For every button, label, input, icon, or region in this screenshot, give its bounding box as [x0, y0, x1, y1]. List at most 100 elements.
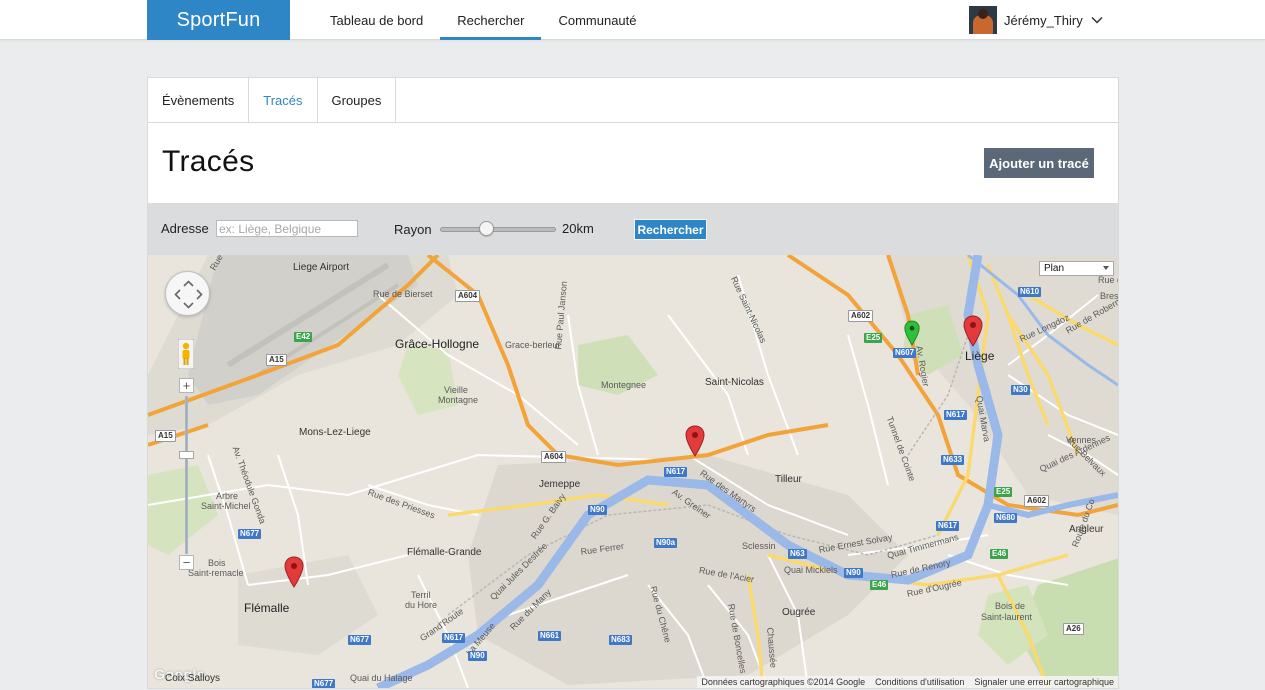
pin-trace-flemalle[interactable] [284, 556, 304, 588]
map-label-vieille: Vieille [444, 385, 468, 395]
shield-n633: N633 [941, 455, 965, 465]
user-menu[interactable]: Jérémy_Thiry [969, 6, 1103, 34]
shield-n90-1: N90 [588, 505, 607, 515]
attribution-terms-link[interactable]: Conditions d'utilisation [875, 677, 964, 687]
map-label-liege-airport: Liege Airport [293, 262, 350, 273]
tab-groupes[interactable]: Groupes [318, 78, 397, 123]
shield-n617-4: N617 [442, 633, 466, 643]
shield-e25-2: E25 [994, 487, 1013, 497]
top-navbar: SportFun Tableau de bord Rechercher Comm… [0, 0, 1265, 40]
nav-item-communaute[interactable]: Communauté [541, 0, 653, 40]
shield-a604-2: A604 [541, 451, 567, 463]
user-name: Jérémy_Thiry [1004, 12, 1083, 28]
page-title: Tracés [162, 145, 255, 178]
shield-n607: N607 [893, 348, 917, 358]
shield-a602-1: A602 [848, 310, 874, 322]
tab-bar: Évènements Tracés Groupes [148, 78, 1118, 123]
pin-trace-liege[interactable] [963, 315, 983, 347]
map-view[interactable]: Liege Airport Grâce-Hollogne Grace-berle… [148, 255, 1118, 688]
radius-slider-handle[interactable] [478, 221, 494, 236]
shield-e25-1: E25 [864, 333, 883, 343]
shield-e42: E42 [294, 332, 313, 342]
map-label-bres: Bres [1100, 291, 1118, 301]
shield-n677-1: N677 [238, 529, 262, 539]
map-label-grace-hollogne: Grâce-Hollogne [395, 337, 480, 351]
shield-n677-2: N677 [348, 635, 372, 645]
shield-a26: A26 [1063, 623, 1084, 635]
nav-item-tableau-de-bord[interactable]: Tableau de bord [313, 0, 440, 40]
brand-logo[interactable]: SportFun [147, 0, 290, 40]
map-label-saint-michel: Saint-Michel [201, 501, 251, 511]
avatar [969, 6, 997, 34]
zoom-slider-track[interactable] [185, 396, 188, 554]
pin-trace-liege-green[interactable] [904, 319, 920, 347]
nav-item-rechercher[interactable]: Rechercher [440, 0, 542, 40]
shield-e46-1: E46 [870, 580, 889, 590]
shield-n90a: N90a [654, 538, 678, 548]
shield-e46-2: E46 [990, 549, 1009, 559]
shield-a15-1: A15 [266, 354, 287, 366]
shield-n90-3: N90 [468, 651, 487, 661]
map-label-terril: Terril [411, 590, 431, 600]
pin-trace-saint-nicolas[interactable] [685, 425, 705, 457]
search-bar: Adresse Rayon 20km Rechercher [148, 203, 1118, 255]
radius-label: Rayon [394, 222, 432, 237]
map-label-coix-salloys: Coix Salloys [165, 673, 221, 684]
map-label-du-hore: du Hore [405, 600, 438, 610]
radius-slider-track[interactable] [440, 227, 556, 232]
shield-a602-2: A602 [1024, 495, 1050, 507]
map-label-saint-remacle: Saint-remacle [188, 568, 244, 578]
chevron-down-icon [1091, 16, 1103, 24]
map-label-saint-laurent: Saint-laurent [981, 612, 1033, 622]
shield-n610: N610 [1018, 287, 1042, 297]
map-label-rue-de-bierset: Rue de Bierset [373, 289, 433, 299]
map-label-sclessin: Sclessin [742, 541, 776, 551]
tab-evenements[interactable]: Évènements [148, 78, 250, 123]
pan-arrows-icon [174, 280, 203, 309]
search-button[interactable]: Rechercher [634, 219, 707, 240]
map-label-flemalle-grande: Flémalle-Grande [407, 547, 482, 558]
shield-a604-1: A604 [455, 290, 481, 302]
map-label-montegnee: Montegnee [601, 380, 647, 390]
main-nav: Tableau de bord Rechercher Communauté [313, 0, 654, 40]
shield-n677-3: N677 [312, 679, 336, 688]
shield-n617-2: N617 [944, 410, 968, 420]
shield-n617-3: N617 [936, 521, 960, 531]
dropdown-caret-icon [1103, 266, 1109, 270]
address-label: Adresse [161, 221, 209, 236]
tab-traces[interactable]: Tracés [249, 78, 318, 123]
map-label-tilleur: Tilleur [775, 474, 802, 485]
map-pan-control[interactable] [165, 271, 210, 316]
address-input[interactable] [216, 220, 358, 237]
map-label-jemeppe: Jemeppe [539, 479, 581, 490]
shield-n617-1: N617 [664, 467, 688, 477]
zoom-slider-handle[interactable] [179, 451, 194, 459]
attribution-data: Données cartographiques ©2014 Google [701, 677, 866, 687]
map-label-mons-lez-liege: Mons-Lez-Liege [299, 427, 371, 438]
map-type-value: Plan [1044, 263, 1065, 274]
map-label-arbre: Arbre [216, 491, 239, 501]
shield-n63: N63 [788, 549, 807, 559]
shield-n90-2: N90 [844, 568, 863, 578]
attribution-report-link[interactable]: Signaler une erreur cartographique [974, 677, 1114, 687]
add-trace-button[interactable]: Ajouter un tracé [984, 148, 1094, 178]
zoom-in-button[interactable]: + [179, 378, 194, 393]
radius-value: 20km [562, 221, 594, 236]
zoom-out-button[interactable]: − [179, 555, 194, 570]
map-label-saint-nicolas: Saint-Nicolas [705, 377, 764, 388]
shield-a15-2: A15 [155, 430, 176, 442]
shield-n661: N661 [538, 631, 562, 641]
shield-n683: N683 [609, 635, 633, 645]
map-type-select[interactable]: Plan [1039, 261, 1114, 276]
map-attribution: Données cartographiques ©2014 Google Con… [697, 676, 1118, 688]
map-label-quai-mickiels: Quai Mickiels [784, 565, 838, 575]
shield-n680: N680 [994, 513, 1018, 523]
page-header: Tracés Ajouter un tracé [148, 123, 1118, 203]
street-view-pegman-icon[interactable] [178, 339, 194, 369]
map-label-rue-de: Rue de [1098, 275, 1118, 285]
map-label-ougree: Ougrée [782, 607, 816, 618]
map-label-montagne: Montagne [438, 395, 479, 405]
shield-n30: N30 [1011, 385, 1030, 395]
map-label-flemalle: Flémalle [244, 601, 290, 615]
map-label-bois-de: Bois de [995, 601, 1026, 611]
